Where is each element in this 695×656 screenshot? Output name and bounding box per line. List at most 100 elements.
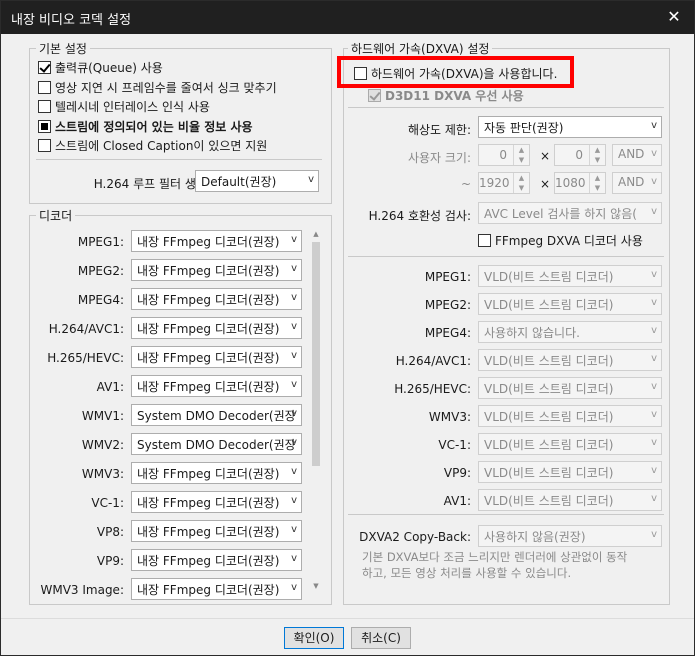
spin-up-icon[interactable]: ▲ bbox=[590, 145, 605, 155]
scrollbar-thumb[interactable] bbox=[312, 242, 320, 466]
basic-option-checkbox[interactable]: 스트림에 Closed Caption이 있으면 지원 bbox=[38, 137, 267, 154]
spin-down-icon[interactable]: ▼ bbox=[590, 155, 605, 165]
decoder-select[interactable]: 내장 FFmpeg 디코더(권장) v bbox=[131, 578, 302, 600]
copyback-select[interactable]: 사용하지 않음(권장) v bbox=[478, 525, 662, 547]
basic-option-checkbox[interactable]: 출력큐(Queue) 사용 bbox=[38, 59, 163, 76]
decoder-select[interactable]: 내장 FFmpeg 디코더(권장) v bbox=[131, 317, 302, 339]
ffmpeg-dxva-checkbox[interactable]: FFmpeg DXVA 디코더 사용 bbox=[478, 232, 643, 249]
user-max-mode-select[interactable]: AND v bbox=[612, 172, 662, 194]
basic-option-label: 텔레시네 인터레이스 인식 사용 bbox=[55, 100, 210, 114]
chevron-down-icon: v bbox=[291, 582, 297, 593]
checkbox-box[interactable] bbox=[38, 139, 51, 152]
spin-up-icon[interactable]: ▲ bbox=[514, 173, 529, 183]
spin-down-icon[interactable]: ▼ bbox=[514, 183, 529, 193]
resolution-limit-select[interactable]: 자동 판단(권장) v bbox=[478, 116, 662, 138]
checkbox-box[interactable] bbox=[368, 89, 381, 102]
chevron-down-icon: v bbox=[291, 437, 297, 448]
decoder-select[interactable]: 내장 FFmpeg 디코더(권장) v bbox=[131, 549, 302, 571]
chevron-down-icon: v bbox=[651, 437, 657, 448]
checkbox-box[interactable] bbox=[38, 100, 51, 113]
ok-button[interactable]: 확인(O) bbox=[284, 627, 344, 649]
basic-option-label: 스트림에 Closed Caption이 있으면 지원 bbox=[55, 139, 268, 153]
chevron-down-icon: v bbox=[651, 353, 657, 364]
hw-codec-value: VLD(비트 스트림 디코더) bbox=[484, 494, 614, 508]
spin-up-icon[interactable]: ▲ bbox=[590, 173, 605, 183]
decoder-select[interactable]: 내장 FFmpeg 디코더(권장) v bbox=[131, 346, 302, 368]
basic-option-checkbox[interactable]: 스트림에 정의되어 있는 비율 정보 사용 bbox=[38, 118, 253, 135]
cancel-button[interactable]: 취소(C) bbox=[351, 627, 411, 649]
decoder-label: MPEG4: bbox=[77, 293, 124, 307]
user-min-width-spinner[interactable]: 0 ▲ ▼ bbox=[478, 144, 530, 166]
hw-codec-select[interactable]: VLD(비트 스트림 디코더) v bbox=[478, 293, 662, 315]
hw-codec-label: VP9: bbox=[443, 466, 471, 480]
decoder-select[interactable]: 내장 FFmpeg 디코더(권장) v bbox=[131, 375, 302, 397]
hw-separator-mid bbox=[348, 256, 664, 257]
decoder-value: System DMO Decoder(권장 bbox=[137, 409, 296, 423]
close-icon[interactable]: ✕ bbox=[662, 5, 686, 29]
times-sign: × bbox=[540, 149, 551, 163]
chevron-down-icon: v bbox=[651, 493, 657, 504]
hw-codec-select[interactable]: VLD(비트 스트림 디코더) v bbox=[478, 265, 662, 287]
chevron-down-icon: v bbox=[291, 553, 297, 564]
hw-codec-select[interactable]: VLD(비트 스트림 디코더) v bbox=[478, 377, 662, 399]
checkbox-box[interactable] bbox=[38, 119, 51, 133]
decoder-scrollbar[interactable]: ▲ ▼ bbox=[310, 228, 322, 592]
decoder-value: 내장 FFmpeg 디코더(권장) bbox=[137, 525, 280, 539]
chevron-down-icon: v bbox=[651, 297, 657, 308]
spin-up-icon[interactable]: ▲ bbox=[514, 145, 529, 155]
hw-codec-label: MPEG1: bbox=[424, 270, 471, 284]
basic-option-label: 스트림에 정의되어 있는 비율 정보 사용 bbox=[55, 119, 253, 134]
checkbox-box[interactable] bbox=[38, 80, 51, 94]
resolution-limit-value: 자동 판단(권장) bbox=[484, 121, 564, 135]
user-min-height-spinner[interactable]: 0 ▲ ▼ bbox=[554, 144, 606, 166]
hw-acceleration-group: 하드웨어 가속(DXVA) 설정 하드웨어 가속(DXVA)을 사용합니다. D… bbox=[343, 40, 670, 605]
decoder-value: 내장 FFmpeg 디코더(권장) bbox=[137, 235, 280, 249]
checkbox-box[interactable] bbox=[478, 234, 491, 247]
chevron-down-icon: v bbox=[651, 176, 657, 187]
spinner-buttons[interactable]: ▲ ▼ bbox=[589, 145, 605, 165]
scroll-up-icon[interactable]: ▲ bbox=[310, 228, 322, 240]
decoder-select[interactable]: 내장 FFmpeg 디코더(권장) v bbox=[131, 259, 302, 281]
decoder-value: 내장 FFmpeg 디코더(권장) bbox=[137, 322, 280, 336]
decoder-select[interactable]: 내장 FFmpeg 디코더(권장) v bbox=[131, 230, 302, 252]
h264-loop-filter-select[interactable]: Default(권장) v bbox=[195, 170, 319, 192]
user-min-mode-select[interactable]: AND v bbox=[612, 144, 662, 166]
basic-option-checkbox[interactable]: 영상 지연 시 프레임수를 줄여서 싱크 맞추기 bbox=[38, 79, 277, 96]
hw-codec-select[interactable]: VLD(비트 스트림 디코더) v bbox=[478, 461, 662, 483]
copyback-note: 기본 DXVA보다 조금 느리지만 렌더러에 상관없이 동작 하고, 모든 영상… bbox=[362, 549, 627, 581]
hw-codec-value: VLD(비트 스트림 디코더) bbox=[484, 298, 614, 312]
h264-compat-select[interactable]: AVC Level 검사를 하지 않음( v bbox=[478, 202, 662, 224]
title-bar: 내장 비디오 코덱 설정 ✕ bbox=[1, 1, 694, 34]
hw-codec-select[interactable]: VLD(비트 스트림 디코더) v bbox=[478, 433, 662, 455]
scroll-down-icon[interactable]: ▼ bbox=[310, 580, 322, 592]
spinner-buttons[interactable]: ▲ ▼ bbox=[513, 145, 529, 165]
decoder-select[interactable]: 내장 FFmpeg 디코더(권장) v bbox=[131, 491, 302, 513]
spin-down-icon[interactable]: ▼ bbox=[590, 183, 605, 193]
hw-codec-label: MPEG4: bbox=[424, 326, 471, 340]
spinner-buttons[interactable]: ▲ ▼ bbox=[513, 173, 529, 193]
basic-option-checkbox[interactable]: 텔레시네 인터레이스 인식 사용 bbox=[38, 98, 210, 115]
hw-codec-select[interactable]: VLD(비트 스트림 디코더) v bbox=[478, 349, 662, 371]
hw-codec-select[interactable]: VLD(비트 스트림 디코더) v bbox=[478, 405, 662, 427]
user-max-height-spinner[interactable]: 1080 ▲ ▼ bbox=[554, 172, 606, 194]
hw-codec-select[interactable]: 사용하지 않습니다. v bbox=[478, 321, 662, 343]
d3d11-priority-checkbox[interactable]: D3D11 DXVA 우선 사용 bbox=[368, 87, 524, 104]
hw-codec-select[interactable]: VLD(비트 스트림 디코더) v bbox=[478, 489, 662, 511]
decoder-select[interactable]: 내장 FFmpeg 디코더(권장) v bbox=[131, 288, 302, 310]
hw-codec-label: H.264/AVC1: bbox=[395, 354, 471, 368]
checkbox-box[interactable] bbox=[38, 61, 51, 74]
user-max-width-spinner[interactable]: 1920 ▲ ▼ bbox=[478, 172, 530, 194]
decoder-select[interactable]: System DMO Decoder(권장 v bbox=[131, 433, 302, 455]
h264-compat-label: H.264 호환성 검사: bbox=[368, 209, 471, 223]
spin-down-icon[interactable]: ▼ bbox=[514, 155, 529, 165]
hw-separator-top bbox=[348, 107, 664, 108]
decoder-select[interactable]: 내장 FFmpeg 디코더(권장) v bbox=[131, 462, 302, 484]
chevron-down-icon: v bbox=[291, 350, 297, 361]
spinner-buttons[interactable]: ▲ ▼ bbox=[589, 173, 605, 193]
hw-codec-value: VLD(비트 스트림 디코더) bbox=[484, 466, 614, 480]
decoder-select[interactable]: System DMO Decoder(권장 v bbox=[131, 404, 302, 426]
chevron-down-icon: v bbox=[291, 292, 297, 303]
decoder-label: VP8: bbox=[96, 525, 124, 539]
chevron-down-icon: v bbox=[291, 524, 297, 535]
decoder-select[interactable]: 내장 FFmpeg 디코더(권장) v bbox=[131, 520, 302, 542]
